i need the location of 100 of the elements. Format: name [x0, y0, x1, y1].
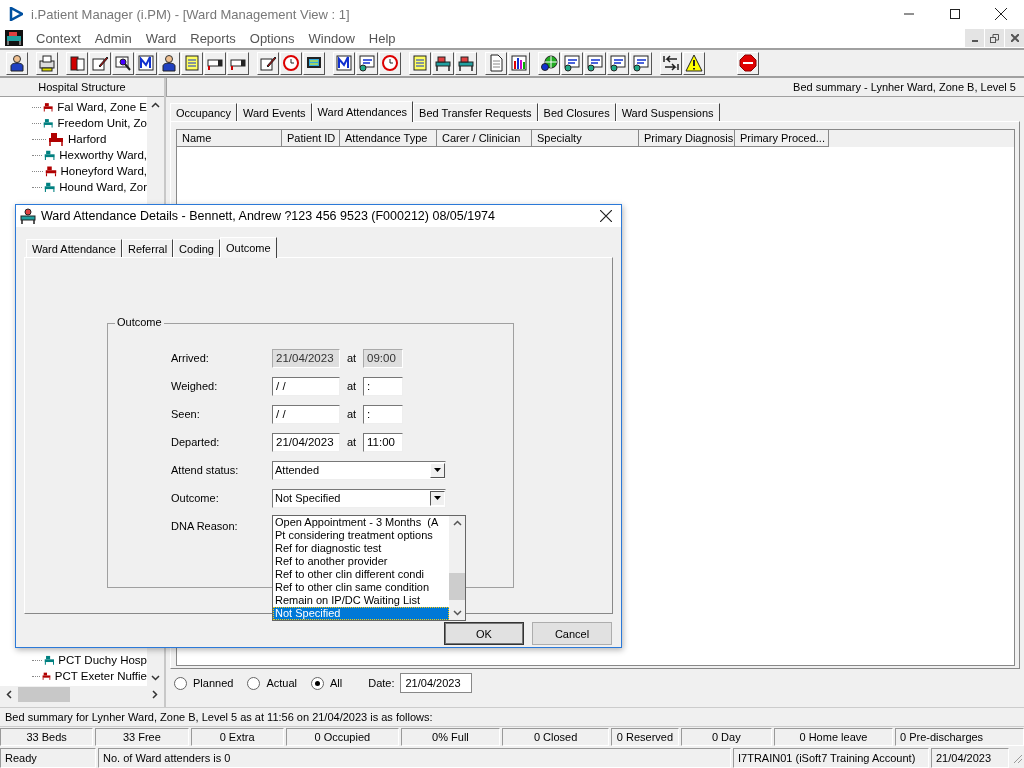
date-field[interactable]: / /: [272, 376, 340, 396]
scrollbar[interactable]: [449, 516, 465, 620]
screen-icon: [563, 54, 581, 72]
tab[interactable]: Referral: [122, 239, 174, 257]
toolbar-button[interactable]: [280, 51, 302, 75]
scrollbar[interactable]: [0, 686, 164, 703]
toolbar-button[interactable]: [181, 51, 203, 75]
tab[interactable]: Ward Attendance: [26, 239, 122, 257]
menu-item[interactable]: Context: [29, 30, 88, 46]
toolbar-button[interactable]: [112, 51, 134, 75]
list-option[interactable]: Not Specified: [273, 607, 449, 620]
dialog-button[interactable]: OK: [444, 622, 524, 645]
list-option[interactable]: Remain on IP/DC Waiting List: [273, 594, 449, 607]
column-header[interactable]: Name: [177, 130, 282, 147]
toolbar-button[interactable]: [660, 51, 682, 75]
time-field[interactable]: 11:00: [363, 432, 403, 452]
tab[interactable]: Outcome: [219, 237, 277, 258]
tab[interactable]: Ward Attendances: [311, 101, 414, 122]
date-field[interactable]: 21/04/2023: [272, 432, 340, 452]
toolbar-button[interactable]: [257, 51, 279, 75]
chevron-up-icon[interactable]: [452, 520, 462, 526]
tree-item[interactable]: Hexworthy Ward,: [59, 149, 147, 161]
menu-item[interactable]: Admin: [87, 30, 139, 46]
tree-item[interactable]: Fal Ward, Zone E: [57, 101, 147, 113]
column-header[interactable]: Attendance Type: [340, 130, 437, 147]
toolbar-button[interactable]: [561, 51, 583, 75]
toolbar-button[interactable]: [89, 51, 111, 75]
tab[interactable]: Ward Suspensions: [615, 103, 720, 121]
status-text: 21/04/2023: [931, 747, 1009, 768]
tree-item[interactable]: Harford: [68, 133, 107, 145]
list-option[interactable]: Ref for diagnostic test: [273, 542, 449, 555]
column-header[interactable]: Carer / Clinician: [437, 130, 532, 147]
toolbar-button[interactable]: [683, 51, 705, 75]
toolbar-button[interactable]: [607, 51, 629, 75]
tree-item[interactable]: Hound Ward, Zor: [59, 181, 147, 193]
toolbar-button[interactable]: [630, 51, 652, 75]
toolbar-button[interactable]: [36, 51, 58, 75]
column-header[interactable]: Primary Proced...: [735, 130, 829, 147]
radio-button[interactable]: [310, 676, 324, 690]
toolbar-button[interactable]: [6, 51, 28, 75]
toolbar-button[interactable]: [409, 51, 431, 75]
chevron-left-icon[interactable]: [6, 690, 12, 699]
column-header[interactable]: Specialty: [532, 130, 639, 147]
tab[interactable]: Ward Events: [237, 103, 312, 121]
toolbar-button[interactable]: [737, 51, 759, 75]
radio-button[interactable]: [247, 676, 261, 690]
menu-item[interactable]: Help: [361, 30, 403, 46]
column-header[interactable]: Patient ID: [282, 130, 340, 147]
menu-item[interactable]: Reports: [183, 30, 243, 46]
date-field[interactable]: 21/04/2023: [400, 673, 473, 693]
toolbar-button[interactable]: [432, 51, 454, 75]
toolbar-button[interactable]: [227, 51, 249, 75]
toolbar-button[interactable]: [379, 51, 401, 75]
toolbar-button[interactable]: [538, 51, 560, 75]
time-field[interactable]: :: [363, 376, 403, 396]
restore-button[interactable]: [985, 29, 1004, 47]
tab[interactable]: Bed Closures: [537, 103, 616, 121]
chevron-up-icon[interactable]: [151, 102, 160, 108]
toolbar-button[interactable]: [158, 51, 180, 75]
toolbar-button[interactable]: [303, 51, 325, 75]
chevron-down-icon[interactable]: [452, 610, 462, 616]
chevron-down-icon[interactable]: [151, 675, 160, 681]
menu-item[interactable]: Ward: [138, 30, 184, 46]
dropdown-field[interactable]: Attended: [272, 460, 446, 480]
minimize-button[interactable]: [965, 29, 984, 47]
toolbar-button[interactable]: [584, 51, 606, 75]
toolbar-button[interactable]: [485, 51, 507, 75]
dropdown-field[interactable]: Not Specified: [272, 488, 446, 508]
list-option[interactable]: Ref to another provider: [273, 555, 449, 568]
toolbar-button[interactable]: [66, 51, 88, 75]
toolbar-button[interactable]: [333, 51, 355, 75]
toolbar-button[interactable]: [135, 51, 157, 75]
list-option[interactable]: Pt considering treatment options: [273, 529, 449, 542]
list-option[interactable]: Ref to other clin same condition: [273, 581, 449, 594]
tree-item[interactable]: PCT Duchy Hosp: [58, 654, 147, 666]
date-field[interactable]: / /: [272, 404, 340, 424]
list-option[interactable]: Ref to other clin different condi: [273, 568, 449, 581]
radio-button[interactable]: [174, 676, 187, 690]
toolbar-button[interactable]: [455, 51, 477, 75]
menu-item[interactable]: Window: [301, 30, 362, 46]
tab[interactable]: Bed Transfer Requests: [413, 103, 538, 121]
toolbar-button[interactable]: [508, 51, 530, 75]
list-option[interactable]: Open Appointment - 3 Months (A: [273, 516, 449, 529]
tab[interactable]: Occupancy: [170, 103, 238, 121]
chevron-right-icon[interactable]: [152, 690, 158, 699]
tab[interactable]: Coding: [173, 239, 220, 257]
toolbar-button[interactable]: [356, 51, 378, 75]
time-field[interactable]: :: [363, 404, 403, 424]
dialog-button[interactable]: Cancel: [532, 622, 612, 645]
summary-cell: 33 Free: [95, 728, 189, 746]
tree-item[interactable]: Freedom Unit, Zo: [57, 117, 147, 129]
close-icon: [995, 8, 1007, 20]
screen-icon: [609, 54, 627, 72]
menu-item[interactable]: Options: [242, 30, 302, 46]
status-text: Ready: [0, 747, 96, 768]
column-header[interactable]: Primary Diagnosis: [639, 130, 735, 147]
tree-item[interactable]: Honeyford Ward,: [60, 165, 147, 177]
toolbar-button[interactable]: [204, 51, 226, 75]
tree-item[interactable]: PCT Exeter Nuffie: [54, 670, 147, 682]
clock-icon: [381, 54, 399, 72]
